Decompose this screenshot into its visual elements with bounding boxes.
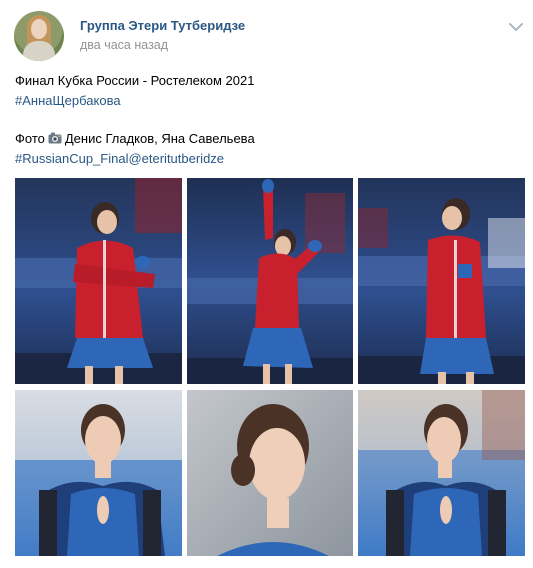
post-text-title: Финал Кубка России - Ростелеком 2021	[15, 73, 255, 88]
photo-credit-line: Фото Денис Гладков, Яна Савельева	[15, 130, 255, 148]
wall-post: Группа Этери Тутберидзе два часа назад Ф…	[0, 0, 533, 568]
photo-credit-prefix: Фото	[15, 131, 45, 146]
group-avatar[interactable]	[14, 11, 64, 61]
photo-thumbnail[interactable]	[15, 390, 182, 556]
hashtag-link-secondary[interactable]: #RussianCup_Final@eteritutberidze	[15, 150, 224, 168]
photo-thumbnail[interactable]	[358, 390, 525, 556]
photo-thumbnail[interactable]	[187, 178, 353, 384]
camera-emoji-icon	[48, 131, 62, 144]
hashtag-link[interactable]: #АннаЩербакова	[15, 92, 121, 110]
photo-thumbnail[interactable]	[15, 178, 182, 384]
photo-credit-authors: Денис Гладков, Яна Савельева	[64, 131, 255, 146]
photo-thumbnail[interactable]	[358, 178, 525, 384]
photo-thumbnail[interactable]	[187, 390, 353, 556]
chevron-down-icon[interactable]	[506, 19, 526, 35]
group-name-link[interactable]: Группа Этери Тутберидзе	[80, 18, 245, 33]
post-timestamp[interactable]: два часа назад	[80, 38, 168, 52]
